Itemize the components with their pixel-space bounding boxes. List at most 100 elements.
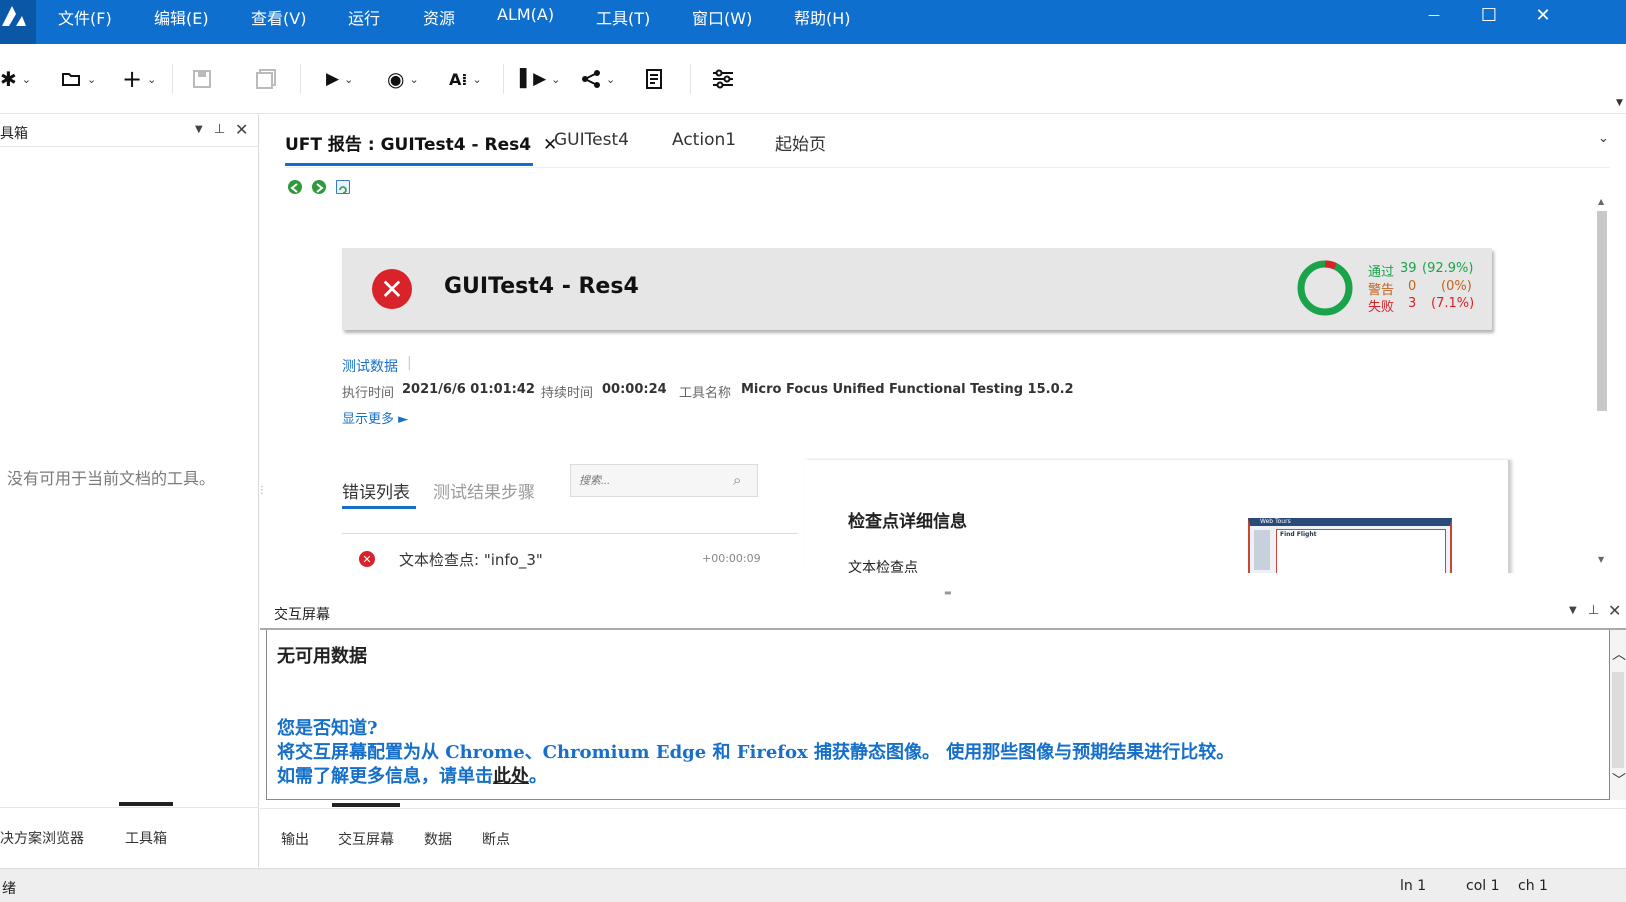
step-play-icon: ▌▶: [520, 69, 547, 89]
app-logo: [0, 0, 36, 44]
error-time: +00:00:09: [702, 552, 761, 565]
scroll-thumb[interactable]: [1612, 672, 1624, 768]
pin-icon[interactable]: ⊥: [214, 122, 225, 137]
tab-data[interactable]: 数据: [424, 829, 452, 849]
tab-error-list[interactable]: 错误列表: [342, 478, 410, 503]
panel-title: 交互屏幕: [274, 607, 330, 623]
record-icon: ◉: [387, 67, 405, 91]
char-indicator: ch 1: [1518, 878, 1548, 894]
forward-arrow-icon[interactable]: [312, 180, 326, 194]
close-icon: ✕: [1535, 4, 1551, 26]
status-text: 绪: [2, 881, 16, 897]
search-input[interactable]: [571, 465, 721, 496]
menu-alm[interactable]: ALM(A): [495, 5, 556, 24]
document-tabs: UFT 报告 : GUITest4 - Res4 ✕ GUITest4 Acti…: [260, 115, 1626, 167]
pass-arc: [1297, 260, 1353, 316]
tab-label: UFT 报告 : GUITest4 - Res4: [285, 135, 532, 155]
tab-action1[interactable]: Action1: [672, 130, 736, 150]
menu-run[interactable]: 运行: [346, 5, 382, 29]
test-data-link[interactable]: 测试数据: [342, 356, 398, 376]
menu-bar: 文件(F) 编辑(E) 查看(V) 运行 资源 ALM(A) 工具(T) 窗口(…: [0, 0, 1626, 44]
chevron-down-icon: ⌄: [606, 72, 616, 86]
tab-result-steps[interactable]: 测试结果步骤: [433, 478, 535, 503]
add-button[interactable]: + ⌄: [122, 65, 157, 93]
error-label: 文本检查点: "info_3": [399, 551, 543, 569]
pass-count: 39: [1400, 261, 1417, 276]
thumb-sidebar: [1254, 530, 1270, 570]
save-icon: [193, 70, 211, 88]
new-button[interactable]: ✱ ⌄: [0, 66, 31, 92]
step-run-button[interactable]: ▌▶ ⌄: [520, 66, 560, 92]
scroll-up-icon[interactable]: ︿: [1612, 644, 1626, 664]
tab-uft-report[interactable]: UFT 报告 : GUITest4 - Res4 ✕: [285, 130, 557, 155]
report-button[interactable]: [645, 66, 663, 92]
record-button[interactable]: ◉ ⌄: [387, 66, 419, 92]
scroll-up-icon[interactable]: ▲: [1598, 197, 1604, 206]
menu-help[interactable]: 帮助(H): [792, 5, 853, 29]
search-icon[interactable]: ⌕: [733, 471, 741, 489]
toolbar-overflow-icon[interactable]: ▼: [1616, 98, 1623, 108]
ai-button[interactable]: A⁞ ⌄: [449, 66, 482, 92]
pin-icon[interactable]: ⊥: [1588, 603, 1599, 618]
tab-output[interactable]: 输出: [281, 829, 309, 849]
uft-logo-icon: [2, 6, 26, 26]
interactive-screen-content: 无可用数据 您是否知道? 将交互屏幕配置为从 Chrome、Chromium E…: [266, 630, 1610, 800]
share-button[interactable]: ⌄: [581, 66, 615, 92]
minimize-icon: —: [1428, 8, 1440, 22]
maximize-button[interactable]: ☐: [1466, 0, 1512, 30]
scroll-down-icon[interactable]: ▼: [1598, 555, 1604, 564]
menu-resources[interactable]: 资源: [421, 5, 457, 29]
tab-toolbox[interactable]: 工具箱: [119, 802, 173, 848]
interactive-header: 交互屏幕 ▼ ⊥ ✕: [260, 596, 1626, 630]
scroll-thumb[interactable]: [1597, 211, 1607, 411]
left-bottom-tabs: 决方案浏览器 工具箱: [0, 802, 259, 867]
report-scrollbar[interactable]: ▲ ▼: [1596, 197, 1608, 571]
tab-breakpoints[interactable]: 断点: [482, 829, 510, 849]
close-panel-icon[interactable]: ✕: [235, 120, 248, 139]
chevron-down-icon: ⌄: [147, 72, 157, 86]
column-indicator: col 1: [1466, 878, 1500, 894]
close-panel-icon[interactable]: ✕: [1608, 601, 1621, 620]
interactive-scrollbar[interactable]: ︿ ﹀: [1610, 630, 1626, 800]
back-arrow-icon[interactable]: [288, 180, 302, 194]
empty-tools-message: 没有可用于当前文档的工具。: [7, 469, 216, 488]
more-info-link[interactable]: 此处: [493, 766, 529, 787]
fail-label: 失败: [1368, 300, 1395, 315]
tab-solution-explorer[interactable]: 决方案浏览器: [0, 828, 84, 848]
error-list-item[interactable]: ✕ 文本检查点: "info_3" +00:00:09: [342, 544, 782, 573]
save-all-button[interactable]: [255, 66, 277, 92]
list-divider: [342, 533, 798, 534]
open-button[interactable]: ⌄: [62, 66, 96, 92]
minimize-button[interactable]: —: [1411, 0, 1457, 30]
options-button[interactable]: [712, 66, 734, 92]
run-button[interactable]: ▶ ⌄: [326, 66, 353, 92]
toolbox-panel: 具箱 ▼ ⊥ ✕ 没有可用于当前文档的工具。 决方案浏览器 工具箱 ⋮: [0, 115, 267, 867]
tab-start-page[interactable]: 起始页: [775, 130, 826, 155]
save-button[interactable]: [192, 66, 212, 92]
panel-title: 具箱: [0, 126, 28, 142]
tab-interactive-screen[interactable]: 交互屏幕: [332, 803, 400, 849]
chevron-down-icon: ⌄: [87, 72, 97, 86]
snapshot-thumbnail[interactable]: Web Tours Find Flight: [1248, 518, 1452, 573]
maximize-icon: ☐: [1480, 4, 1498, 26]
more-info-prefix: 如需了解更多信息，请单击: [277, 766, 493, 787]
report-view: ✕ GUITest4 - Res4 通过 39 (92.9%) 警告 0 (0%…: [285, 167, 1610, 573]
tab-guitest4[interactable]: GUITest4: [554, 130, 629, 150]
menu-tools[interactable]: 工具(T): [594, 5, 652, 29]
show-more-link[interactable]: 显示更多 ►: [342, 408, 408, 427]
panel-menu-icon[interactable]: ▼: [195, 124, 203, 135]
active-tab-indicator: [285, 163, 533, 166]
new-icon: ✱: [0, 67, 17, 91]
menu-window[interactable]: 窗口(W): [690, 5, 754, 29]
scroll-down-icon[interactable]: ﹀: [1612, 770, 1626, 790]
menu-view[interactable]: 查看(V): [249, 5, 308, 29]
menu-file[interactable]: 文件(F): [56, 5, 114, 29]
refresh-icon[interactable]: [336, 180, 350, 194]
menu-edit[interactable]: 编辑(E): [152, 5, 211, 29]
splitter-handle[interactable]: ⋮: [257, 485, 267, 496]
toolbar: ✱ ⌄ ⌄ + ⌄ ▶ ⌄ ◉ ⌄ A⁞ ⌄ ▌▶ ⌄ ⌄ ▼: [0, 44, 1626, 114]
chevron-down-icon: ⌄: [551, 72, 561, 86]
close-window-button[interactable]: ✕: [1520, 0, 1566, 30]
tab-overflow-icon[interactable]: ⌄: [1598, 131, 1609, 146]
panel-menu-icon[interactable]: ▼: [1569, 605, 1577, 616]
